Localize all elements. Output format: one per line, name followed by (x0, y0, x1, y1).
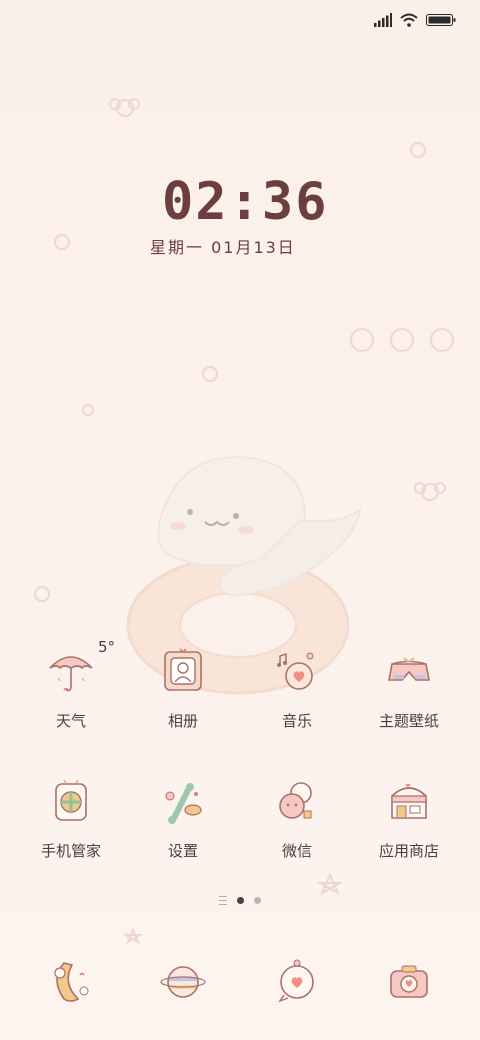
dock-phone[interactable] (16, 955, 126, 1009)
signal-icon (374, 13, 392, 27)
camera-icon (390, 965, 428, 998)
photo-frame-icon (164, 648, 202, 691)
wifi-icon (400, 13, 418, 27)
status-bar (374, 10, 456, 30)
app-label: 主题壁纸 (378, 712, 439, 730)
app-label: 音乐 (281, 712, 312, 730)
phone-moon-icon (54, 962, 89, 1002)
app-gallery[interactable]: 相册 (128, 644, 238, 731)
dock-browser[interactable] (128, 955, 238, 1009)
app-label: 手机管家 (40, 842, 101, 860)
music-heart-icon (277, 652, 314, 690)
app-store[interactable]: 应用商店 (354, 774, 464, 861)
wallpaper (34, 98, 454, 945)
bone-gear-icon (165, 783, 202, 824)
shorts-icon (388, 657, 430, 681)
dock-messages[interactable] (242, 955, 352, 1009)
app-music[interactable]: 音乐 (242, 644, 352, 731)
shop-icon (391, 783, 427, 819)
page-dot-2[interactable] (254, 897, 261, 904)
shield-jar-icon (55, 779, 87, 821)
app-label: 相册 (167, 712, 198, 730)
page-indicator[interactable] (0, 896, 480, 905)
clock-date: 星期一 01月13日 (150, 238, 296, 257)
planet-icon (160, 966, 206, 998)
app-phone-manager[interactable]: 手机管家 (16, 774, 126, 861)
battery-icon (426, 14, 456, 26)
heart-bubble-icon (278, 959, 314, 1003)
umbrella-icon (49, 656, 93, 692)
app-label: 微信 (281, 842, 312, 860)
chat-bubbles-icon (279, 782, 312, 819)
app-label: 设置 (167, 842, 198, 860)
clock-time: 02:36 (162, 172, 329, 232)
app-wechat[interactable]: 微信 (242, 774, 352, 861)
app-settings[interactable]: 设置 (128, 774, 238, 861)
app-label: 应用商店 (378, 842, 439, 860)
app-weather[interactable]: 天气 (16, 644, 126, 731)
app-label: 天气 (55, 712, 86, 730)
dock-camera[interactable] (354, 955, 464, 1009)
page-dot-1[interactable] (237, 897, 244, 904)
app-theme[interactable]: 主题壁纸 (354, 644, 464, 731)
page-list-icon[interactable] (219, 896, 227, 905)
